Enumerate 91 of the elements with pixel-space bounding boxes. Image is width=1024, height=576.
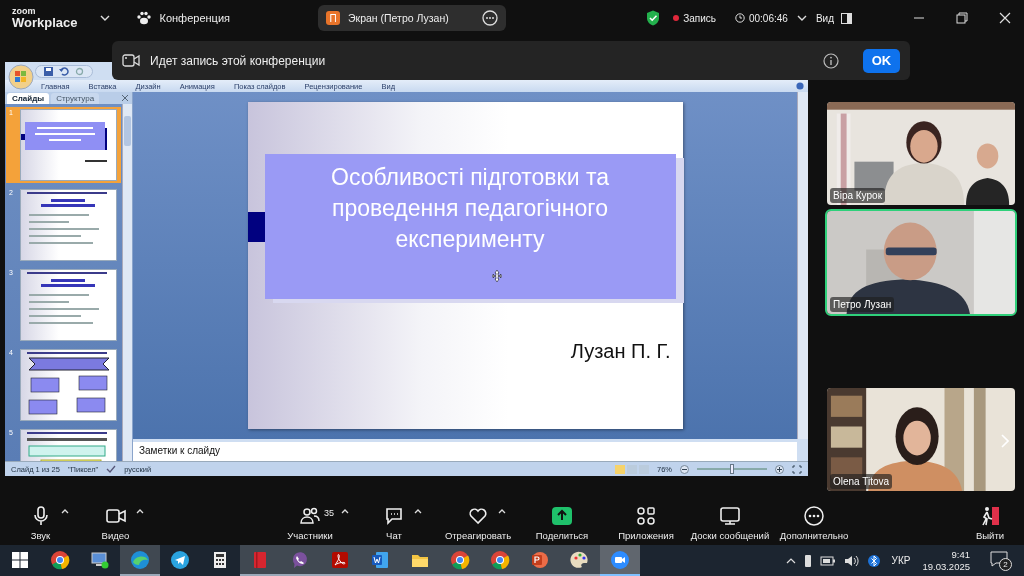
bluetooth-icon[interactable] [867,553,880,568]
more-icon[interactable] [482,10,498,26]
browser-icon [490,549,510,570]
view-button[interactable]: Вид [815,12,852,24]
participant-name: Olena Titova [830,474,893,489]
restore-icon[interactable] [956,12,968,24]
phone-bubble-icon [290,549,310,570]
phone-icon[interactable] [803,553,812,568]
browser-icon [450,549,470,570]
apps-icon [635,504,657,527]
clock-time: 9:41 [951,549,970,561]
toolbar-button[interactable]: Поделиться [520,504,604,541]
zoom-slider-thumb[interactable] [730,464,734,474]
info-icon[interactable] [823,52,839,69]
toolbar-button[interactable]: Доски сообщений [688,504,772,541]
input-language[interactable]: УКР [891,555,911,566]
avatar-initial: П [326,11,340,25]
toolbar-button[interactable]: 35 Участники [268,504,352,541]
shield-check-icon[interactable] [646,10,661,26]
windows-icon [10,549,30,570]
slide-author: Лузан П. Г. [570,340,671,363]
meeting-button[interactable]: Конференция [135,11,230,25]
move-cursor-icon [491,270,502,282]
caret-up-icon[interactable] [341,508,349,514]
slide-thumbnail[interactable] [20,109,117,181]
camera-icon [610,549,630,570]
recording-indicator[interactable]: Запись [673,12,716,24]
toolbar-button[interactable]: Приложения [604,504,688,541]
video-tile[interactable]: Петро Лузан [825,209,1017,316]
video-tile[interactable]: Віра Курок [825,100,1017,207]
slide-thumbnail[interactable] [20,349,117,421]
video-camera-icon [122,54,140,67]
message-icon [990,550,1008,567]
palette-icon [570,549,590,570]
scrollbar[interactable] [122,104,132,461]
clock-date: 19.03.2025 [922,560,970,572]
toolbar-button[interactable]: Выйти [965,504,1015,541]
caret-icon[interactable] [99,15,110,21]
document-icon [330,549,350,570]
document-icon [370,549,390,570]
participant-name: Віра Курок [830,188,885,203]
video-tile[interactable]: Olena Titova [825,386,1017,493]
notification-count: 2 [999,557,1012,571]
share-title: Экран (Петро Лузан) [348,12,450,24]
layout-icon [841,12,852,24]
battery-icon[interactable] [819,555,836,566]
panel-tab[interactable]: Слайды [7,93,50,104]
monitor-icon [719,504,741,527]
exit-icon [979,504,1001,527]
caret-icon[interactable] [796,15,807,21]
paw-icon [135,11,152,25]
toolbar-button[interactable]: Видео [78,504,153,541]
save-icon[interactable] [44,66,53,76]
slide-thumbnail[interactable] [20,269,117,341]
caret-up-icon[interactable] [414,508,422,514]
spellcheck-icon[interactable] [106,465,117,473]
paper-plane-icon [170,549,190,570]
computer-icon [90,549,110,570]
caret-up-icon[interactable] [135,508,144,514]
browser-icon [130,549,150,570]
scrollbar[interactable] [797,92,808,439]
toolbar-button[interactable]: Дополнительно [772,504,856,541]
panel-tab[interactable]: Структура [51,93,100,104]
zoom-in-icon[interactable] [775,464,784,474]
taskbar-button[interactable] [560,545,600,576]
more-icon [803,504,825,527]
toolbar-button[interactable]: Чат [352,504,436,541]
caret-up-icon[interactable] [785,557,796,564]
ok-button[interactable]: OK [863,48,900,73]
fit-window-icon[interactable] [792,464,802,474]
presentation-icon [530,549,550,570]
help-icon[interactable] [796,82,804,90]
undo-icon[interactable] [59,66,69,76]
taskbar-clock[interactable]: 9:41 19.03.2025 [922,549,970,572]
notes-field[interactable]: Заметки к слайду [133,442,797,461]
caret-up-icon[interactable] [60,508,69,514]
screen-share-pill[interactable]: П Экран (Петро Лузан) [318,5,506,31]
zoom-logo: zoom Workplace [12,7,78,29]
browser-icon [50,549,70,570]
toolbar-button[interactable]: Отреагировать [436,504,520,541]
banner-message: Идет запись этой конференции [150,53,326,68]
speaker-icon[interactable] [843,554,860,567]
participant-name: Петро Лузан [830,297,895,312]
toolbar-button[interactable]: Звук [3,504,78,541]
zoom-out-icon[interactable] [680,464,689,474]
notifications-button[interactable]: 2 [990,550,1012,571]
slide-thumbnail[interactable] [20,189,117,261]
clock-icon [734,13,745,23]
caret-up-icon[interactable] [498,508,506,514]
meeting-timer[interactable]: 00:06:46 [734,12,788,24]
accent-bar [247,212,265,242]
